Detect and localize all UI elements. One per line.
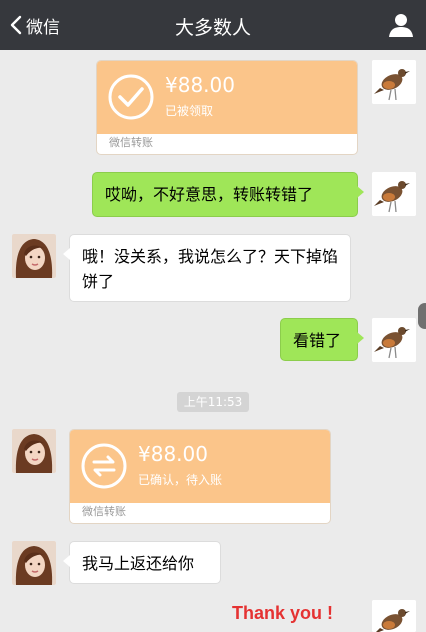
avatar-me[interactable] [372, 60, 416, 104]
transfer-card-sent[interactable]: ¥88.00 已被领取 微信转账 [96, 60, 358, 155]
check-circle-icon [108, 74, 154, 120]
message-received[interactable]: 我马上返还给你 [63, 541, 221, 584]
woman-avatar-icon [12, 429, 56, 473]
transfer-card-received[interactable]: ¥88.00 已确认，待入账 微信转账 [69, 429, 331, 524]
transfer-footer: 微信转账 [109, 136, 153, 149]
avatar-me[interactable] [372, 172, 416, 216]
person-icon [389, 14, 413, 37]
avatar-me[interactable] [372, 600, 416, 632]
woman-avatar-icon [12, 541, 56, 585]
bird-avatar-icon [372, 172, 416, 216]
woman-avatar-icon [12, 234, 56, 278]
time-stamp: 上午11:53 [177, 392, 249, 412]
chat-title: 大多数人 [174, 17, 251, 39]
scroll-handle[interactable] [418, 303, 426, 329]
avatar-contact[interactable] [12, 429, 56, 473]
message-sent[interactable]: 哎呦，不好意思，转账转错了 [92, 172, 364, 217]
transfer-status: 已被领取 [165, 104, 214, 118]
nav-bar: 微信 大多数人 [0, 0, 426, 50]
avatar-contact[interactable] [12, 234, 56, 278]
bird-avatar-icon [372, 600, 416, 632]
transfer-footer: 微信转账 [82, 505, 126, 518]
transfer-arrows-icon [81, 443, 127, 489]
message-received[interactable]: 哦！没关系，我说怎么了？天下掉馅饼了 [63, 234, 351, 302]
transfer-amount: ¥88.00 [138, 442, 208, 466]
bird-avatar-icon [372, 60, 416, 104]
transfer-amount: ¥88.00 [165, 73, 235, 97]
bird-avatar-icon [372, 318, 416, 362]
avatar-me[interactable] [372, 318, 416, 362]
transfer-status: 已确认，待入账 [138, 473, 223, 487]
chat-info-button[interactable] [388, 12, 414, 38]
message-sent[interactable]: 看错了 [280, 318, 364, 361]
thank-you-overlay: Thank you ! [232, 603, 334, 623]
avatar-contact[interactable] [12, 541, 56, 585]
